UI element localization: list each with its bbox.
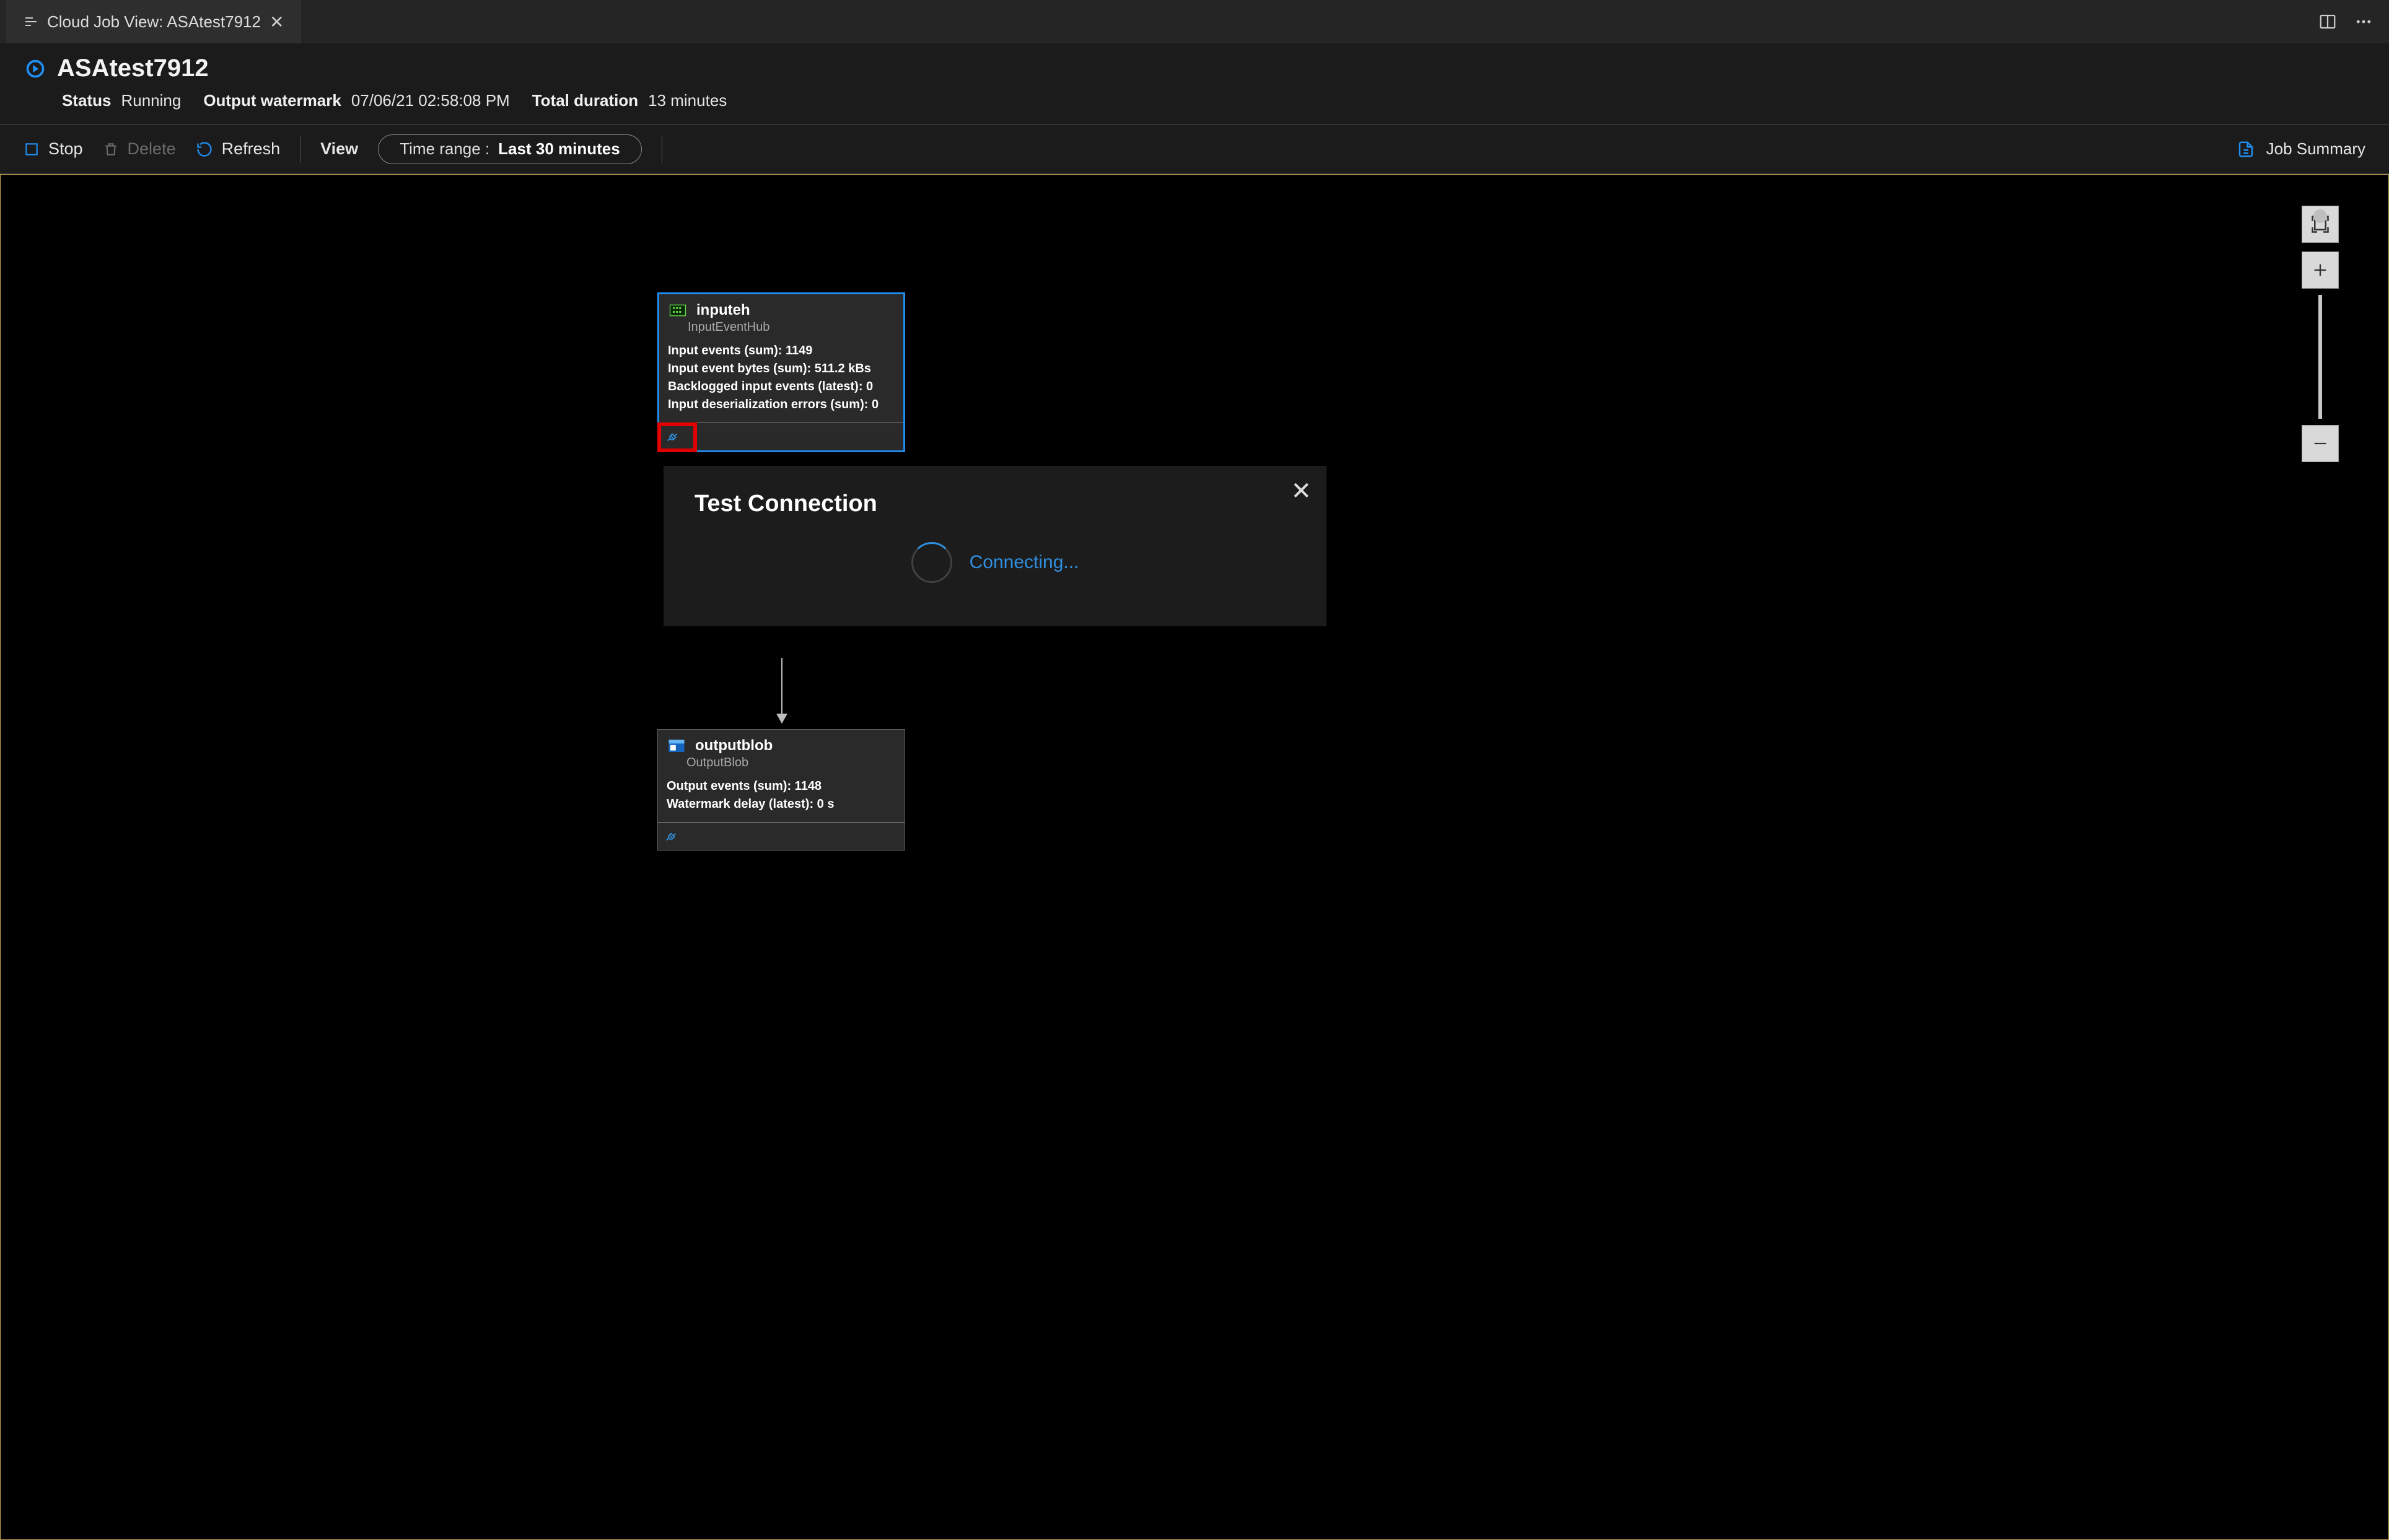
output-node-title: outputblob [695, 737, 773, 755]
zoom-slider-thumb[interactable] [2313, 209, 2327, 223]
watermark-value: 07/06/21 02:58:08 PM [351, 91, 510, 110]
metric-row: Backlogged input events (latest): 0 [668, 378, 895, 396]
input-node-subtitle: InputEventHub [659, 320, 903, 335]
zoom-controls [2302, 206, 2339, 462]
metric-row: Input deserialization errors (sum): 0 [668, 396, 895, 414]
close-icon[interactable]: ✕ [1291, 477, 1312, 505]
input-node[interactable]: inputeh InputEventHub Input events (sum)… [657, 292, 905, 452]
watermark-kv: Output watermark 07/06/21 02:58:08 PM [203, 91, 509, 110]
watermark-label: Output watermark [203, 91, 341, 110]
metric-row: Input event bytes (sum): 511.2 kBs [668, 360, 895, 378]
spinner-icon [911, 542, 952, 583]
tab-bar: Cloud Job View: ASAtest7912 ✕ [0, 0, 2389, 43]
duration-value: 13 minutes [648, 91, 727, 110]
hamburger-icon [24, 14, 38, 29]
job-summary-label: Job Summary [2266, 139, 2365, 159]
status-kv: Status Running [62, 91, 181, 110]
duration-kv: Total duration 13 minutes [532, 91, 727, 110]
metric-row: Watermark delay (latest): 0 s [667, 795, 896, 813]
refresh-label: Refresh [222, 139, 281, 159]
input-node-title: inputeh [696, 302, 750, 319]
zoom-in-button[interactable] [2302, 252, 2339, 289]
tab-bar-right [2318, 12, 2383, 31]
job-name: ASAtest7912 [57, 55, 209, 82]
metric-row: Output events (sum): 1148 [667, 777, 896, 795]
output-node-footer [658, 823, 905, 850]
stop-label: Stop [48, 139, 83, 159]
metric-row: Input events (sum): 1149 [668, 342, 895, 360]
document-tab[interactable]: Cloud Job View: ASAtest7912 ✕ [6, 0, 301, 43]
job-icon [25, 58, 46, 79]
test-connection-dialog: ✕ Test Connection Connecting... [664, 466, 1326, 626]
duration-label: Total duration [532, 91, 638, 110]
toolbar: Stop Delete Refresh View Time range : La… [0, 125, 2389, 174]
more-icon[interactable] [2354, 12, 2373, 31]
time-range-value: Last 30 minutes [498, 139, 620, 159]
status-label: Status [62, 91, 111, 110]
status-value: Running [121, 91, 181, 110]
output-node-metrics: Output events (sum): 1148 Watermark dela… [658, 775, 905, 820]
diagram-canvas[interactable]: inputeh InputEventHub Input events (sum)… [0, 174, 2389, 1540]
output-node-subtitle: OutputBlob [658, 756, 905, 770]
job-header: ASAtest7912 Status Running Output waterm… [0, 43, 2389, 125]
dialog-title: Test Connection [695, 491, 1295, 517]
output-node[interactable]: outputblob OutputBlob Output events (sum… [657, 729, 905, 851]
refresh-button[interactable]: Refresh [196, 139, 281, 159]
callout-highlight [657, 422, 697, 452]
time-range-picker[interactable]: Time range : Last 30 minutes [378, 134, 642, 164]
dialog-status: Connecting... [970, 552, 1079, 573]
input-node-metrics: Input events (sum): 1149 Input event byt… [659, 339, 903, 420]
flow-arrow [781, 658, 782, 723]
close-icon[interactable]: ✕ [270, 12, 284, 32]
blob-icon [667, 736, 686, 756]
delete-label: Delete [128, 139, 176, 159]
time-range-prefix: Time range : [400, 139, 489, 159]
tab-title: Cloud Job View: ASAtest7912 [47, 12, 261, 32]
stop-button[interactable]: Stop [24, 139, 83, 159]
split-editor-icon[interactable] [2318, 12, 2337, 31]
delete-button: Delete [103, 139, 176, 159]
view-label: View [320, 139, 358, 159]
zoom-out-button[interactable] [2302, 425, 2339, 462]
view-button[interactable]: View [320, 139, 358, 159]
job-summary-button[interactable]: Job Summary [2237, 139, 2365, 159]
test-connection-icon[interactable] [664, 829, 679, 844]
eventhub-icon [668, 300, 688, 320]
zoom-slider-track[interactable] [2318, 295, 2322, 419]
